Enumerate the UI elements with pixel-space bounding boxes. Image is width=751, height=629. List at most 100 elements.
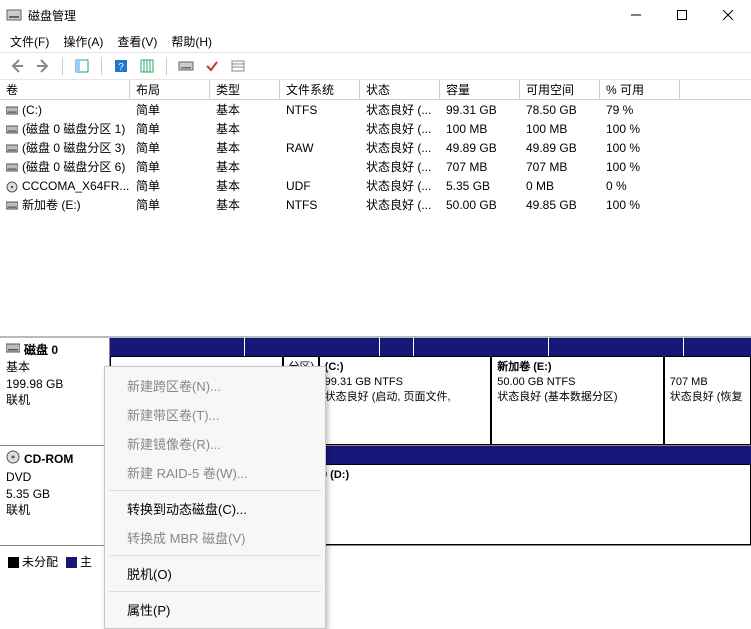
cm-new-raid5[interactable]: 新建 RAID-5 卷(W)... — [107, 458, 323, 487]
view-button[interactable] — [71, 55, 93, 77]
volume-row[interactable]: 新加卷 (E:)简单基本NTFS状态良好 (...50.00 GB49.85 G… — [0, 195, 751, 214]
volume-fs: RAW — [280, 141, 360, 155]
legend-unalloc-box — [8, 557, 19, 568]
cm-to-dynamic[interactable]: 转换到动态磁盘(C)... — [107, 494, 323, 523]
cdrom-icon — [6, 450, 20, 469]
volume-pct: 100 % — [600, 122, 680, 136]
part-last-status: 状态良好 (恢复 — [670, 391, 743, 403]
cm-new-striped[interactable]: 新建带区卷(T)... — [107, 400, 323, 429]
col-free[interactable]: 可用空间 — [520, 80, 600, 99]
volume-capacity: 707 MB — [440, 160, 520, 174]
menu-help[interactable]: 帮助(H) — [171, 33, 212, 50]
col-type[interactable]: 类型 — [210, 80, 280, 99]
minimize-button[interactable] — [613, 0, 659, 30]
part-c[interactable]: (C:) 99.31 GB NTFS 状态良好 (启动, 页面文件, — [319, 356, 492, 445]
volume-row[interactable]: (C:)简单基本NTFS状态良好 (...99.31 GB78.50 GB79 … — [0, 100, 751, 119]
svg-text:?: ? — [118, 62, 124, 73]
volume-free: 100 MB — [520, 122, 600, 136]
cdrom-info[interactable]: CD-ROM DVD 5.35 GB 联机 — [0, 446, 110, 545]
context-menu: 新建跨区卷(N)... 新建带区卷(T)... 新建镜像卷(R)... 新建 R… — [104, 366, 326, 629]
volume-free: 49.89 GB — [520, 141, 600, 155]
volume-pct: 100 % — [600, 141, 680, 155]
volume-header: 卷 布局 类型 文件系统 状态 容量 可用空间 % 可用 — [0, 80, 751, 100]
part-c-title: (C:) — [325, 361, 344, 373]
part-c-size: 99.31 GB NTFS — [325, 376, 403, 388]
volume-icon — [6, 124, 18, 134]
volume-row[interactable]: (磁盘 0 磁盘分区 6)简单基本状态良好 (...707 MB707 MB10… — [0, 157, 751, 176]
volume-name: (磁盘 0 磁盘分区 3) — [22, 139, 125, 156]
disk-0-status: 联机 — [6, 392, 103, 409]
part-e[interactable]: 新加卷 (E:) 50.00 GB NTFS 状态良好 (基本数据分区) — [491, 356, 664, 445]
list-button[interactable] — [227, 55, 249, 77]
volume-name: CCCOMA_X64FR... — [22, 179, 129, 193]
volume-layout: 简单 — [130, 196, 210, 213]
disk-icon — [6, 342, 20, 359]
volume-name: (C:) — [22, 103, 42, 117]
menu-action[interactable]: 操作(A) — [63, 33, 103, 50]
back-button[interactable] — [6, 55, 28, 77]
disk-0-size: 199.98 GB — [6, 376, 103, 393]
volume-type: 基本 — [210, 158, 280, 175]
part-last[interactable]: 707 MB 状态良好 (恢复 — [664, 356, 751, 445]
volume-free: 0 MB — [520, 179, 600, 193]
volume-icon — [6, 181, 18, 191]
volume-row[interactable]: (磁盘 0 磁盘分区 1)简单基本状态良好 (...100 MB100 MB10… — [0, 119, 751, 138]
forward-button[interactable] — [32, 55, 54, 77]
volume-fs: NTFS — [280, 103, 360, 117]
part-c-status: 状态良好 (启动, 页面文件, — [325, 391, 451, 403]
cdrom-name: CD-ROM — [24, 451, 73, 468]
volume-capacity: 49.89 GB — [440, 141, 520, 155]
volume-status: 状态良好 (... — [360, 196, 440, 213]
volume-free: 49.85 GB — [520, 198, 600, 212]
volume-capacity: 50.00 GB — [440, 198, 520, 212]
app-icon — [6, 7, 22, 23]
volume-icon — [6, 162, 18, 172]
cm-new-span[interactable]: 新建跨区卷(N)... — [107, 371, 323, 400]
volume-name: 新加卷 (E:) — [22, 196, 81, 213]
volume-fs: NTFS — [280, 198, 360, 212]
legend-primary: 主 — [80, 555, 92, 569]
menu-file[interactable]: 文件(F) — [10, 33, 49, 50]
volume-type: 基本 — [210, 101, 280, 118]
cdrom-type: DVD — [6, 469, 103, 486]
cm-offline[interactable]: 脱机(O) — [107, 559, 323, 588]
cm-to-mbr[interactable]: 转换成 MBR 磁盘(V) — [107, 523, 323, 552]
disk-0-type: 基本 — [6, 359, 103, 376]
volume-layout: 简单 — [130, 158, 210, 175]
volume-row[interactable]: (磁盘 0 磁盘分区 3)简单基本RAW状态良好 (...49.89 GB49.… — [0, 138, 751, 157]
toolbar: ? — [0, 52, 751, 80]
cdrom-size: 5.35 GB — [6, 486, 103, 503]
col-capacity[interactable]: 容量 — [440, 80, 520, 99]
check-button[interactable] — [201, 55, 223, 77]
volume-type: 基本 — [210, 120, 280, 137]
volume-row[interactable]: CCCOMA_X64FR...简单基本UDF状态良好 (...5.35 GB0 … — [0, 176, 751, 195]
col-status[interactable]: 状态 — [360, 80, 440, 99]
help-button[interactable]: ? — [110, 55, 132, 77]
disk-0-info[interactable]: 磁盘 0 基本 199.98 GB 联机 — [0, 338, 110, 445]
close-button[interactable] — [705, 0, 751, 30]
volume-pct: 79 % — [600, 103, 680, 117]
volume-free: 707 MB — [520, 160, 600, 174]
col-pct[interactable]: % 可用 — [600, 80, 680, 99]
volume-type: 基本 — [210, 139, 280, 156]
settings-button[interactable] — [136, 55, 158, 77]
volume-status: 状态良好 (... — [360, 177, 440, 194]
col-layout[interactable]: 布局 — [130, 80, 210, 99]
menu-view[interactable]: 查看(V) — [117, 33, 157, 50]
volume-fs: UDF — [280, 179, 360, 193]
legend-primary-box — [66, 557, 77, 568]
cm-properties[interactable]: 属性(P) — [107, 595, 323, 624]
disk-view-button[interactable] — [175, 55, 197, 77]
part-last-size: 707 MB — [670, 376, 708, 388]
cm-new-mirror[interactable]: 新建镜像卷(R)... — [107, 429, 323, 458]
volume-icon — [6, 105, 18, 115]
volume-name: (磁盘 0 磁盘分区 1) — [22, 120, 125, 137]
volume-name: (磁盘 0 磁盘分区 6) — [22, 158, 125, 175]
col-fs[interactable]: 文件系统 — [280, 80, 360, 99]
volume-layout: 简单 — [130, 139, 210, 156]
volume-icon — [6, 200, 18, 210]
maximize-button[interactable] — [659, 0, 705, 30]
col-name[interactable]: 卷 — [0, 80, 130, 99]
volume-status: 状态良好 (... — [360, 139, 440, 156]
part-e-status: 状态良好 (基本数据分区) — [497, 391, 617, 403]
